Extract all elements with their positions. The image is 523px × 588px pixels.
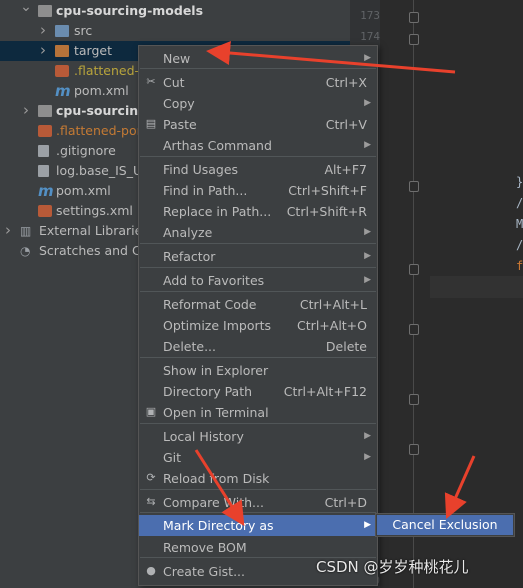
annotation-arrows [194, 41, 476, 527]
watermark: CSDN @岁岁种桃花儿 [316, 558, 469, 576]
arrow-to-new [206, 41, 456, 74]
arrow-to-cancel-exclusion [444, 455, 476, 519]
arrow-to-mark-directory [194, 449, 245, 527]
